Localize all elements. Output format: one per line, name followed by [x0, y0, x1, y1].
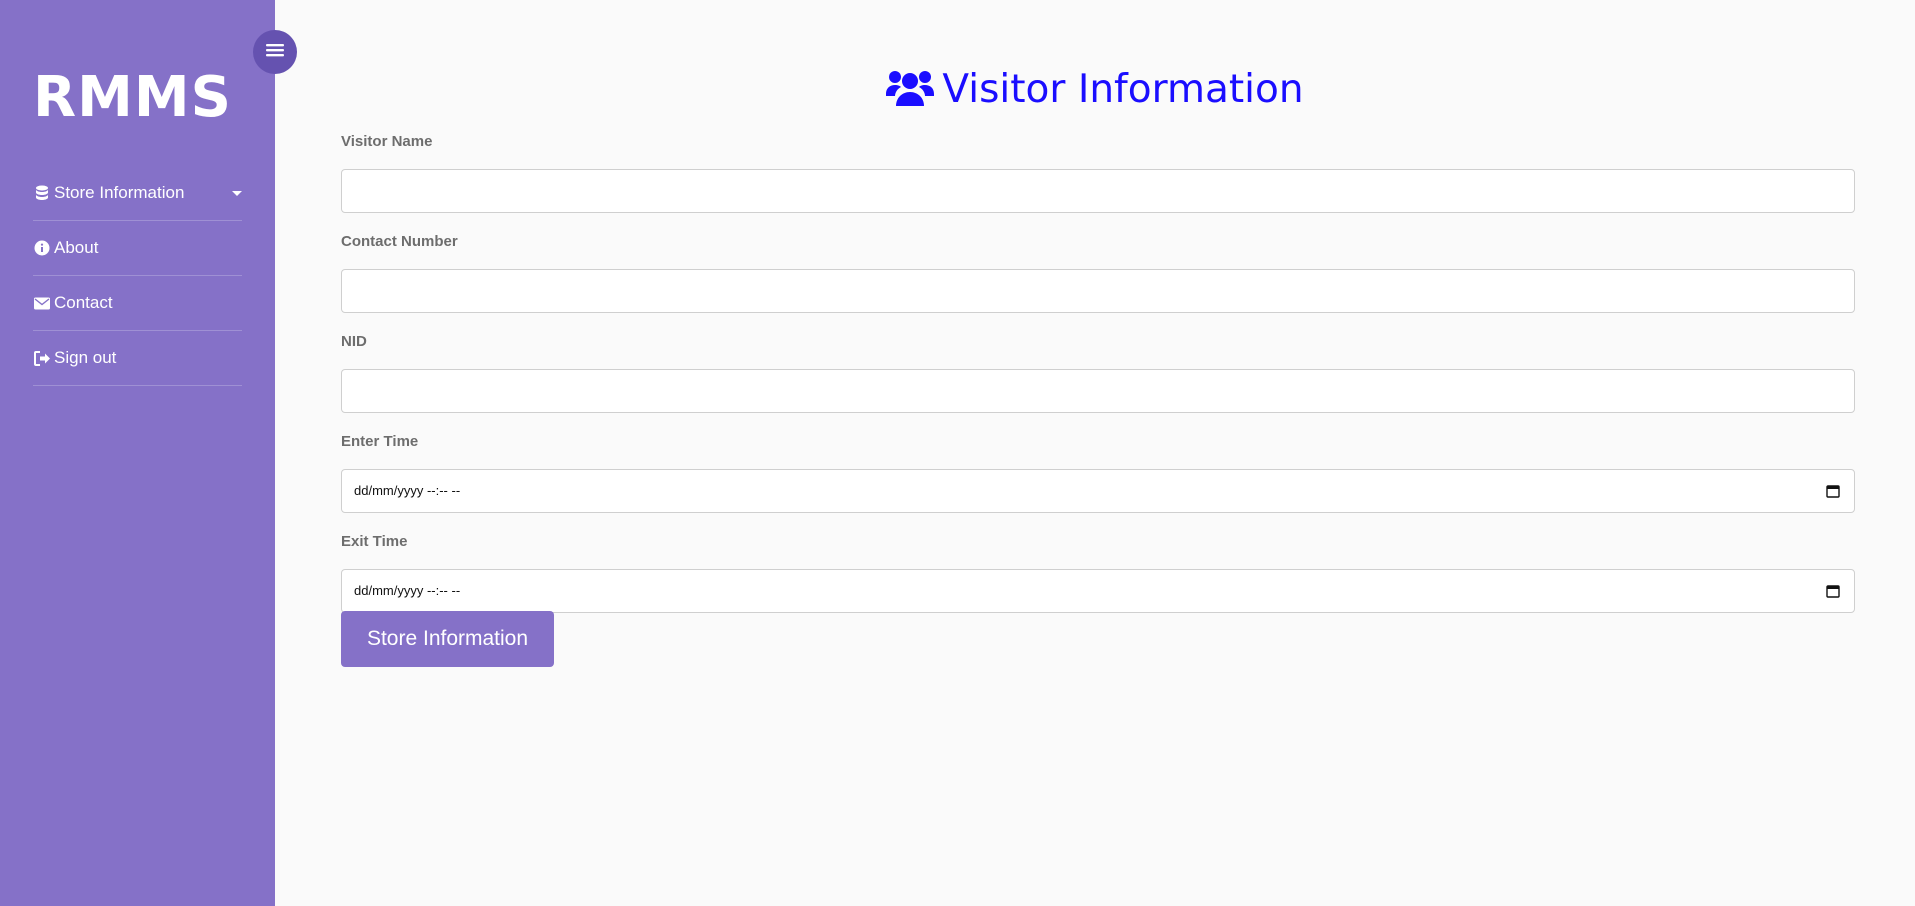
caret-down-icon [232, 190, 242, 196]
sidebar-toggle-button[interactable] [253, 30, 297, 74]
info-circle-icon [33, 239, 51, 257]
contact-number-label: Contact Number [341, 233, 458, 250]
envelope-icon [33, 294, 51, 312]
sidebar-nav: Store Information About Contact Sign out [33, 166, 242, 386]
sidebar-item-sign-out[interactable]: Sign out [33, 331, 242, 386]
sidebar-item-store-information[interactable]: Store Information [33, 166, 242, 221]
sidebar: RMMS Store Information About Contact Sig… [0, 0, 275, 906]
visitor-form: Visitor Name Contact Number NID Enter Ti… [341, 133, 1855, 633]
exit-time-input[interactable]: dd/mm/yyyy --:-- -- [341, 569, 1855, 613]
sidebar-item-contact[interactable]: Contact [33, 276, 242, 331]
enter-time-label: Enter Time [341, 433, 419, 450]
contact-number-input[interactable] [341, 269, 1855, 313]
nid-label: NID [341, 333, 367, 350]
exit-time-label: Exit Time [341, 533, 408, 550]
sign-out-icon [33, 349, 51, 367]
sidebar-item-label: Contact [54, 293, 113, 312]
users-icon [886, 68, 935, 120]
enter-time-input[interactable]: dd/mm/yyyy --:-- -- [341, 469, 1855, 513]
sidebar-item-label: About [54, 238, 99, 257]
sidebar-item-about[interactable]: About [33, 221, 242, 276]
database-icon [33, 184, 51, 202]
sidebar-item-label: Store Information [54, 183, 185, 202]
main-content: Visitor Information Visitor Name Contact… [275, 0, 1915, 906]
exit-time-placeholder: dd/mm/yyyy --:-- -- [354, 583, 461, 598]
hamburger-icon [266, 42, 284, 63]
page-title-text: Visitor Information [942, 67, 1304, 112]
page-title: Visitor Information [275, 66, 1915, 120]
nid-input[interactable] [341, 369, 1855, 413]
enter-time-placeholder: dd/mm/yyyy --:-- -- [354, 483, 461, 498]
store-information-button[interactable]: Store Information [341, 611, 554, 667]
calendar-icon[interactable] [1826, 484, 1840, 501]
calendar-icon[interactable] [1826, 584, 1840, 601]
sidebar-item-label: Sign out [54, 348, 117, 367]
visitor-name-label: Visitor Name [341, 133, 433, 150]
visitor-name-input[interactable] [341, 169, 1855, 213]
brand-logo: RMMS [33, 65, 232, 130]
